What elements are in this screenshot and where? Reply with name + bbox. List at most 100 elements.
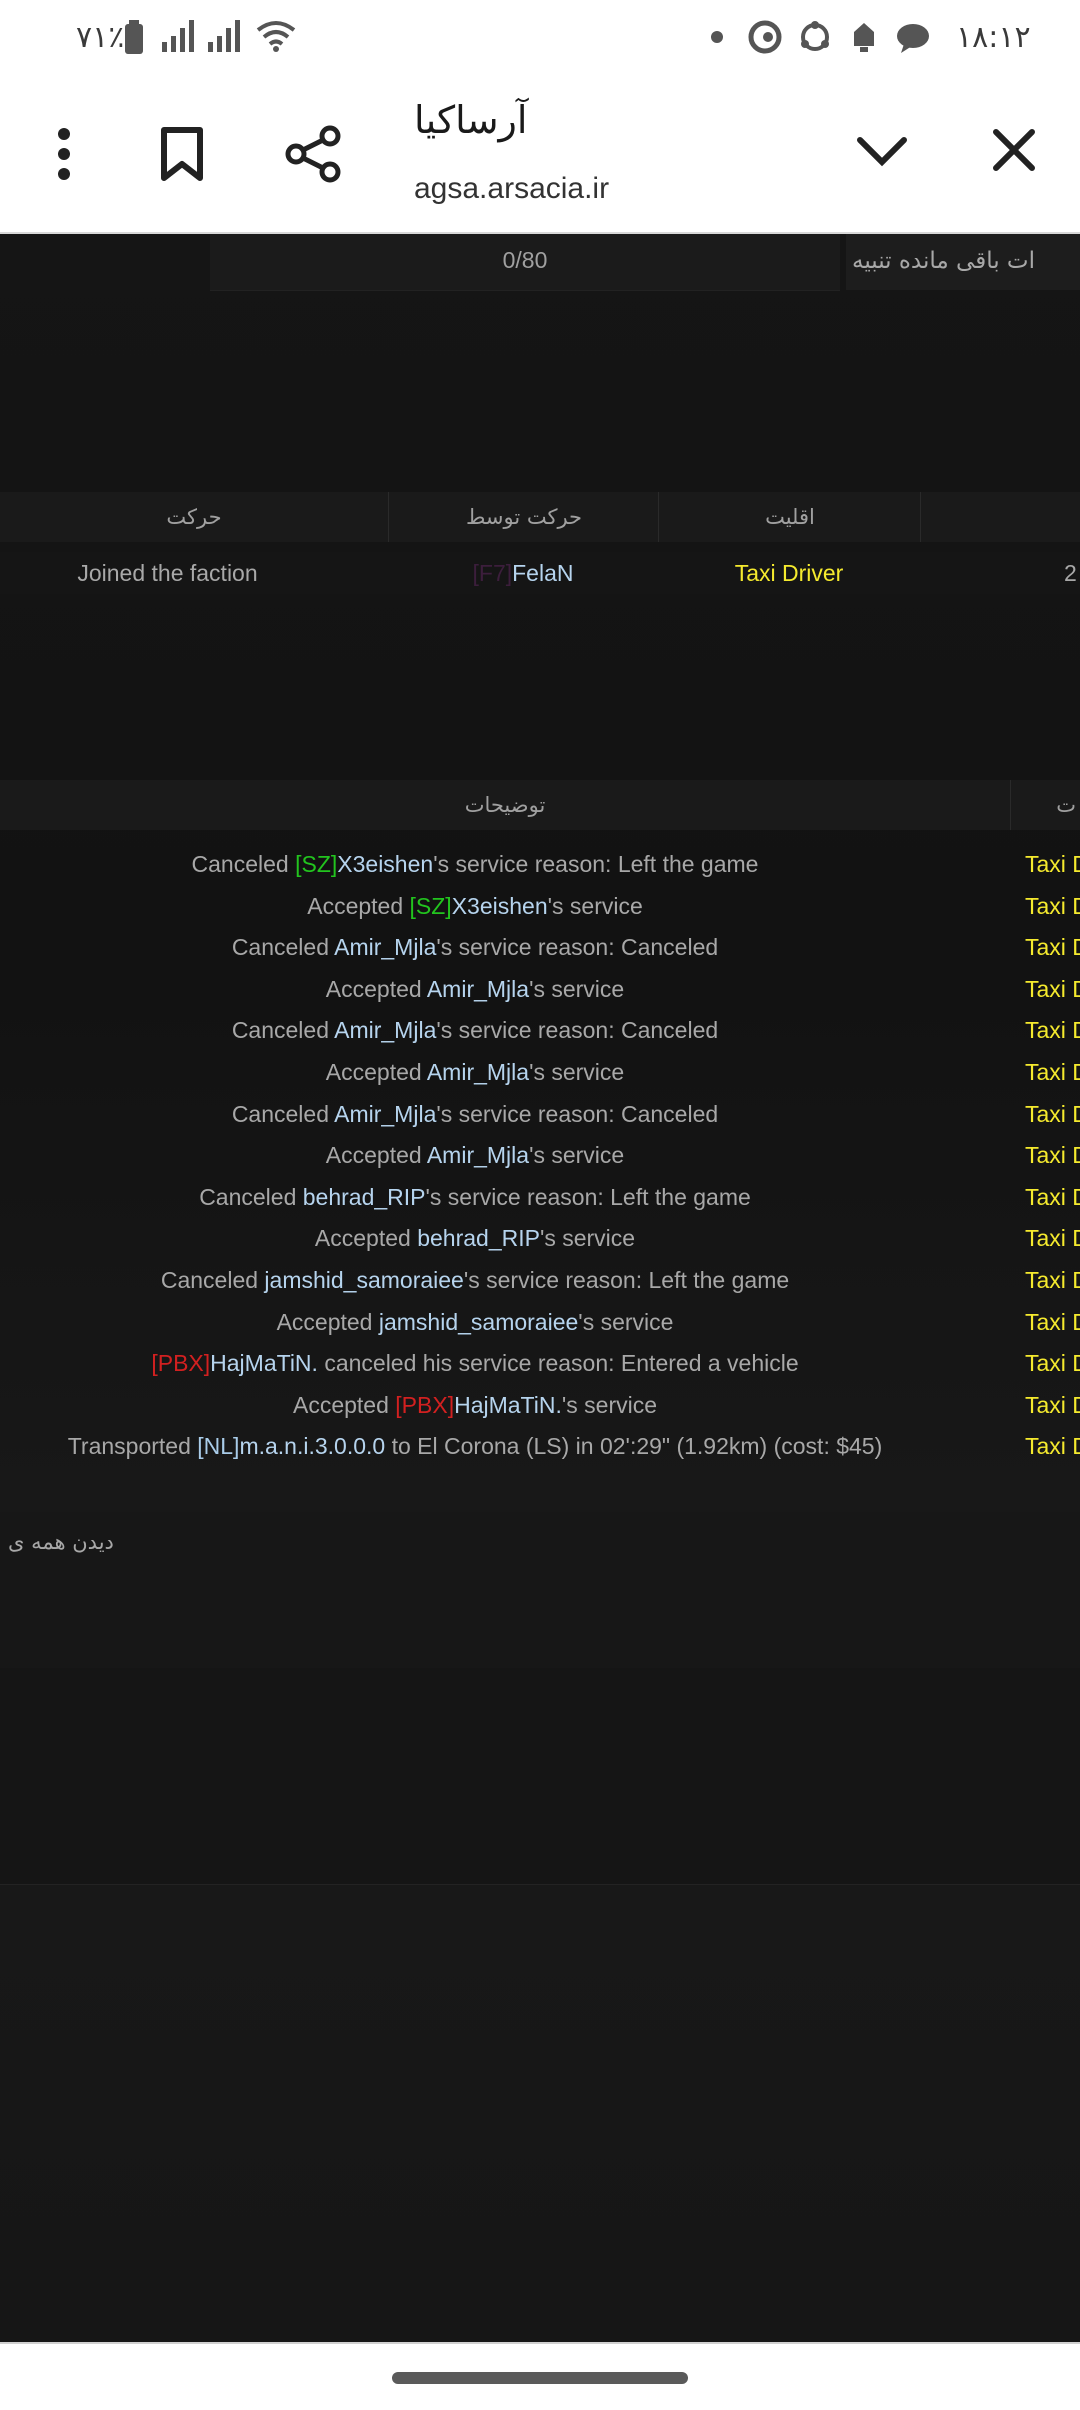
player-name[interactable]: Amir_Mjla (427, 1142, 529, 1168)
log-row: Accepted [PBX]HajMaTiN.'s service Taxi D (0, 1385, 1080, 1426)
log-rank: Taxi D (1025, 1059, 1080, 1085)
log-description: Accepted Amir_Mjla's service (0, 1135, 950, 1176)
log-text-suffix: 's service (539, 1225, 636, 1252)
log-text-prefix: Accepted (325, 1142, 427, 1169)
member-tag: [F7] (472, 560, 513, 586)
log-rank: Taxi D (1025, 892, 1080, 919)
player-name[interactable]: Amir_Mjla (427, 1059, 529, 1085)
log-rank: Taxi D (1025, 1225, 1080, 1252)
log-text-prefix: Accepted (292, 1391, 396, 1418)
log-text-prefix: Accepted (325, 1059, 427, 1085)
log-rank: Taxi D (1025, 1350, 1080, 1377)
log-row: Accepted behrad_RIP's service Taxi D (0, 1218, 1080, 1259)
log-rank: Taxi D (1025, 851, 1080, 877)
log-row: [PBX]HajMaTiN. canceled his service reas… (0, 1343, 1080, 1384)
log-text-suffix: 's service (578, 1308, 674, 1335)
members-table-header: حرکت حرکت توسط اقلیت (0, 492, 1080, 542)
log-row: Canceled [SZ]X3eishen's service reason: … (0, 844, 1080, 885)
log-rank: Taxi D (1025, 1433, 1080, 1460)
log-text-suffix: 's service reason: Left the game (433, 851, 759, 877)
member-extra: 2 (1064, 560, 1077, 586)
log-description: Accepted [PBX]HajMaTiN.'s service (0, 1385, 950, 1426)
home-gesture-handle[interactable] (392, 2372, 688, 2384)
close-icon[interactable] (992, 128, 1036, 172)
log-text-prefix: Accepted (314, 1225, 418, 1252)
signal-icon-2 (206, 20, 242, 52)
battery-percent: ٧١٪ (76, 20, 125, 55)
log-rank: Taxi D (1025, 1183, 1080, 1210)
log-description: Canceled Amir_Mjla's service reason: Can… (0, 1094, 950, 1135)
log-description: Canceled [SZ]X3eishen's service reason: … (0, 844, 950, 885)
player-name[interactable]: Amir_Mjla (334, 1017, 436, 1043)
header-description: توضیحات (464, 793, 546, 817)
chevron-down-icon[interactable] (856, 136, 908, 168)
app-notification-icon (748, 20, 782, 54)
log-description: Accepted Amir_Mjla's service (0, 1052, 950, 1093)
clock: ۱۸:۱۲ (956, 20, 1031, 55)
log-text-prefix: Canceled (160, 1267, 265, 1293)
log-text-prefix: Canceled (231, 1017, 335, 1044)
log-row: Accepted Amir_Mjla's service Taxi D (0, 1052, 1080, 1093)
log-rank: Taxi D (1025, 1391, 1080, 1418)
warnings-box: 0/80 ات باقی مانده تنبیه (0, 234, 1080, 294)
log-text-suffix: 's service reason: Left the game (463, 1267, 790, 1293)
member-action-by[interactable]: [F7]FelaN (388, 552, 658, 594)
log-text-suffix: 's service (547, 892, 643, 919)
browser-toolbar: آرساکیا agsa.arsacia.ir (0, 76, 1080, 234)
player-name[interactable]: HajMaTiN. (454, 1392, 562, 1418)
log-text-suffix: canceled his service reason: Entered a v… (317, 1350, 799, 1377)
log-row: Transported [NL]m.a.n.i.3.0.0.0 to El Co… (0, 1426, 1080, 1467)
wifi-icon (256, 20, 296, 52)
log-rank: Taxi D (1025, 1308, 1080, 1335)
log-text-prefix: Transported (67, 1433, 198, 1460)
log-text-prefix: Accepted (325, 975, 427, 1002)
player-name[interactable]: jamshid_samoraiee (379, 1309, 578, 1335)
player-name[interactable]: X3eishen (452, 893, 548, 919)
player-tag: [SZ] (409, 892, 452, 919)
members-table-row: Joined the faction [F7]FelaN Taxi Driver… (0, 552, 1080, 594)
log-text-suffix: 's service (529, 1142, 625, 1169)
player-name[interactable]: m.a.n.i.3.0.0.0 (239, 1433, 385, 1459)
log-text-prefix: Canceled (231, 934, 335, 961)
log-description: Accepted Amir_Mjla's service (0, 969, 950, 1010)
page-url[interactable]: agsa.arsacia.ir (414, 172, 609, 206)
log-text-prefix: Accepted (307, 892, 410, 919)
empty-section (0, 1668, 1080, 1885)
header-action-by: حرکت توسط (388, 492, 659, 542)
player-tag: [PBX] (151, 1350, 211, 1377)
signal-icon (160, 20, 196, 52)
web-content: 0/80 ات باقی مانده تنبیه حرکت حرکت توسط … (0, 234, 1080, 2342)
player-name[interactable]: behrad_RIP (303, 1184, 426, 1210)
log-row: Accepted Amir_Mjla's service Taxi D (0, 969, 1080, 1010)
player-name[interactable]: Amir_Mjla (334, 934, 436, 960)
log-description: Accepted [SZ]X3eishen's service (0, 886, 950, 927)
player-name[interactable]: behrad_RIP (417, 1225, 540, 1251)
log-row: Canceled Amir_Mjla's service reason: Can… (0, 1094, 1080, 1135)
see-all-section: دیدن همه ی (0, 1512, 1080, 1669)
battery-icon (124, 20, 144, 54)
log-text-suffix: 's service (529, 1059, 625, 1085)
see-all-link[interactable]: دیدن همه ی (8, 1512, 114, 1572)
log-rank: Taxi D (1025, 1017, 1080, 1044)
log-text-suffix: 's service reason: Canceled (436, 1017, 719, 1044)
player-name[interactable]: jamshid_samoraiee (264, 1267, 463, 1293)
player-name[interactable]: HajMaTiN. (210, 1350, 318, 1376)
page-title: آرساکیا (414, 98, 528, 142)
dot-icon (710, 30, 724, 44)
player-name[interactable]: Amir_Mjla (427, 976, 529, 1002)
player-name[interactable]: Amir_Mjla (334, 1101, 436, 1127)
log-description: Accepted jamshid_samoraiee's service (0, 1302, 950, 1343)
log-row: Accepted [SZ]X3eishen's service Taxi D (0, 886, 1080, 927)
header-rank-partial: ت (1010, 780, 1080, 830)
bookmark-icon[interactable] (160, 126, 204, 182)
member-action: Joined the faction (77, 560, 258, 586)
log-text-suffix: 's service (561, 1391, 658, 1418)
share-icon[interactable] (284, 124, 344, 184)
logs-table-body: Canceled [SZ]X3eishen's service reason: … (0, 844, 1080, 1464)
sync-icon (798, 20, 832, 54)
warnings-label: ات باقی مانده تنبیه (852, 248, 1035, 274)
header-rank: اقلیت (658, 492, 921, 542)
header-action: حرکت (166, 505, 222, 529)
more-options-icon[interactable] (52, 126, 76, 182)
player-name[interactable]: X3eishen (337, 851, 433, 877)
